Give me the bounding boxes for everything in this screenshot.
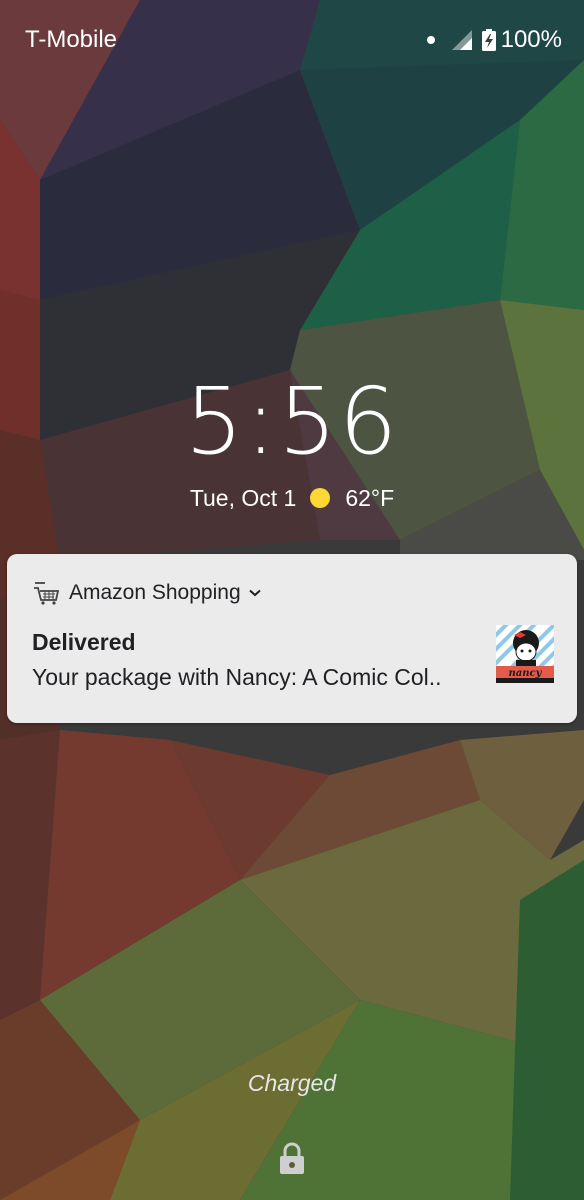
chevron-down-icon[interactable] bbox=[248, 589, 261, 597]
notification-text: Your package with Nancy: A Comic Col.. bbox=[32, 664, 442, 690]
notification-card[interactable]: Amazon Shopping Delivered Your package w… bbox=[7, 554, 577, 723]
sun-icon bbox=[310, 488, 331, 508]
date-label: Tue, Oct 1 bbox=[189, 485, 297, 511]
amazon-cart-icon bbox=[34, 582, 59, 605]
date-weather-row[interactable]: Tue, Oct 1 62°F bbox=[0, 482, 584, 514]
notification-header: Amazon Shopping bbox=[33, 580, 261, 606]
temperature-label: 62°F bbox=[345, 485, 395, 511]
status-bar: T-Mobile 100% bbox=[0, 0, 584, 80]
notification-dot-icon bbox=[426, 36, 435, 44]
status-icons: 100% bbox=[426, 24, 562, 56]
notification-title: Delivered bbox=[32, 629, 136, 655]
nancy-book-thumbnail: nancy bbox=[496, 625, 554, 683]
battery-charging-icon bbox=[481, 29, 496, 51]
carrier-label: T-Mobile bbox=[25, 26, 118, 53]
notification-app-name: Amazon Shopping bbox=[69, 581, 241, 604]
battery-percentage: 100% bbox=[500, 26, 562, 53]
lock-icon[interactable] bbox=[278, 1142, 306, 1174]
signal-icon bbox=[451, 30, 472, 50]
svg-text:nancy: nancy bbox=[509, 668, 543, 679]
charging-status: Charged bbox=[247, 1070, 337, 1096]
lock-screen: T-Mobile 100% 5:56 Tue, Oct 1 62°F Amazo… bbox=[0, 0, 584, 1200]
clock-time: 5:56 bbox=[184, 368, 400, 475]
